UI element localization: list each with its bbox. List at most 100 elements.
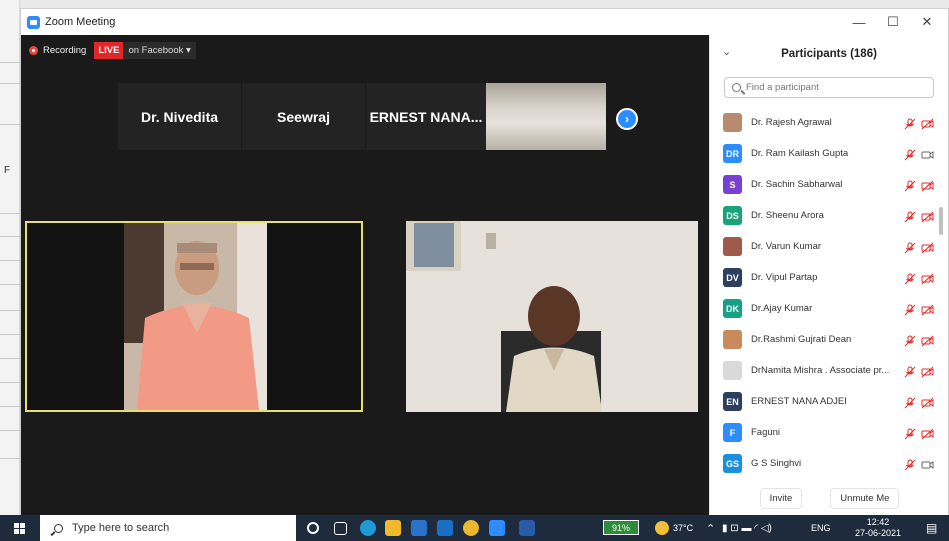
mic-muted-icon[interactable]: [904, 148, 916, 160]
participant-name: Dr. Vipul Partap: [751, 272, 818, 283]
mic-muted-icon[interactable]: [904, 241, 916, 253]
participant-row[interactable]: DK Dr.Ajay Kumar: [710, 293, 949, 324]
participants-panel: ⌄ Participants (186) Dr. Rajesh AgrawalD…: [709, 35, 948, 515]
participant-row[interactable]: DrNamita Mishra . Associate pr...: [710, 355, 949, 386]
participant-avatar: [723, 237, 742, 256]
recording-label[interactable]: Recording: [43, 45, 86, 56]
mail-icon[interactable]: [437, 520, 453, 536]
tray-icons[interactable]: ▮ ⊡ ▬ ◜ ◁): [722, 515, 772, 541]
meeting-area: Recording LIVE on Facebook ▾ Dr. Nivedit…: [21, 35, 709, 515]
participant-search-input[interactable]: [746, 82, 926, 93]
participant-avatar: F: [723, 423, 742, 442]
participants-header: ⌄ Participants (186): [710, 35, 948, 73]
word-icon[interactable]: [519, 520, 535, 536]
participants-title: Participants (186): [781, 48, 877, 60]
notifications-icon[interactable]: ▤: [926, 515, 937, 541]
clock[interactable]: 12:42 27-06-2021: [855, 515, 901, 541]
cortana-icon[interactable]: [307, 522, 319, 534]
participant-avatar: DR: [723, 144, 742, 163]
mic-muted-icon[interactable]: [904, 179, 916, 191]
temperature[interactable]: 37°C: [673, 515, 693, 541]
battery-indicator[interactable]: 91%: [603, 520, 639, 535]
mic-muted-icon[interactable]: [904, 272, 916, 284]
participant-row[interactable]: Dr. Rajesh Agrawal: [710, 107, 949, 138]
unmute-me-button[interactable]: Unmute Me: [830, 487, 900, 509]
zoom-taskbar-icon[interactable]: [489, 520, 505, 536]
start-windows-icon[interactable]: [14, 523, 25, 534]
camera-off-icon[interactable]: [921, 303, 934, 315]
task-view-icon[interactable]: [334, 522, 347, 535]
participant-row[interactable]: DR Dr. Ram Kailash Gupta: [710, 138, 949, 169]
weather-icon[interactable]: [655, 521, 669, 535]
participant-row[interactable]: DS Dr. Sheenu Arora: [710, 200, 949, 231]
camera-off-icon[interactable]: [921, 365, 934, 377]
camera-off-icon[interactable]: [921, 272, 934, 284]
mic-muted-icon[interactable]: [904, 458, 916, 470]
participant-row[interactable]: EN ERNEST NANA ADJEI: [710, 386, 949, 417]
participant-video[interactable]: [406, 221, 698, 412]
participant-thumbnail[interactable]: Seewraj: [242, 83, 365, 150]
camera-off-icon[interactable]: [921, 241, 934, 253]
camera-on-icon[interactable]: [921, 458, 934, 470]
participants-scrollbar[interactable]: [939, 207, 943, 235]
participant-avatar: DK: [723, 299, 742, 318]
participants-actions: Invite Unmute Me: [710, 481, 949, 515]
camera-off-icon[interactable]: [921, 334, 934, 346]
participant-thumbnail[interactable]: Dr. Nivedita: [118, 83, 241, 150]
participant-row[interactable]: S Dr. Sachin Sabharwal: [710, 169, 949, 200]
mic-muted-icon[interactable]: [904, 210, 916, 222]
camera-off-icon[interactable]: [921, 427, 934, 439]
participant-row[interactable]: F Faguni: [710, 417, 949, 448]
camera-off-icon[interactable]: [921, 117, 934, 129]
participant-name: Dr. Ram Kailash Gupta: [751, 148, 849, 159]
edge-icon[interactable]: [360, 520, 376, 536]
mic-muted-icon[interactable]: [904, 396, 916, 408]
camera-off-icon[interactable]: [921, 210, 934, 222]
camera-off-icon[interactable]: [921, 179, 934, 191]
mic-muted-icon[interactable]: [904, 303, 916, 315]
camera-on-icon[interactable]: [921, 148, 934, 160]
speaker-video-image: [27, 223, 361, 410]
minimize-button[interactable]: —: [840, 9, 878, 35]
camera-off-icon[interactable]: [921, 396, 934, 408]
maximize-button[interactable]: ☐: [874, 9, 912, 35]
screen: F Zoom Meeting — ☐ ✕ Recording LIVE on F…: [0, 0, 949, 541]
collapse-chevron-icon[interactable]: ⌄: [722, 45, 731, 58]
participant-row[interactable]: Dr. Varun Kumar: [710, 231, 949, 262]
invite-button[interactable]: Invite: [759, 487, 803, 509]
active-speaker-video[interactable]: [25, 221, 363, 412]
thumbnail-name: Dr. Nivedita: [140, 108, 219, 125]
mic-muted-icon[interactable]: [904, 365, 916, 377]
participant-search[interactable]: [724, 77, 934, 98]
recording-bar: Recording LIVE on Facebook ▾: [29, 41, 196, 59]
mic-muted-icon[interactable]: [904, 427, 916, 439]
chrome-icon[interactable]: [463, 520, 479, 536]
background-app: F: [0, 0, 20, 515]
taskbar: Type here to search 91% 37°C ⌃ ▮ ⊡ ▬ ◜ ◁…: [0, 515, 949, 541]
close-button[interactable]: ✕: [908, 9, 946, 35]
participant-avatar: GS: [723, 454, 742, 473]
participant-video-thumbnail[interactable]: [486, 83, 606, 150]
next-page-button[interactable]: ›: [616, 108, 638, 130]
participant-avatar: [723, 113, 742, 132]
participant-avatar: EN: [723, 392, 742, 411]
live-destination-dropdown[interactable]: on Facebook ▾: [123, 41, 196, 59]
participant-row[interactable]: Dr.Rashmi Gujrati Dean: [710, 324, 949, 355]
file-explorer-icon[interactable]: [385, 520, 401, 536]
participant-name: Dr. Sachin Sabharwal: [751, 179, 843, 190]
taskbar-search[interactable]: Type here to search: [40, 515, 296, 541]
mic-muted-icon[interactable]: [904, 334, 916, 346]
tray-chevron-icon[interactable]: ⌃: [706, 515, 715, 541]
search-icon: [732, 83, 741, 92]
zoom-app-icon: [27, 15, 40, 29]
title-bar[interactable]: Zoom Meeting — ☐ ✕: [21, 9, 948, 35]
store-icon[interactable]: [411, 520, 427, 536]
participant-row[interactable]: GS G S Singhvi: [710, 448, 949, 479]
participant-thumbnail[interactable]: ERNEST NANA...: [366, 83, 486, 150]
participant-avatar: S: [723, 175, 742, 194]
mic-muted-icon[interactable]: [904, 117, 916, 129]
participant-name: Dr. Varun Kumar: [751, 241, 822, 252]
language-indicator[interactable]: ENG: [811, 515, 831, 541]
participant-name: Dr. Sheenu Arora: [751, 210, 824, 221]
participant-row[interactable]: DV Dr. Vipul Partap: [710, 262, 949, 293]
